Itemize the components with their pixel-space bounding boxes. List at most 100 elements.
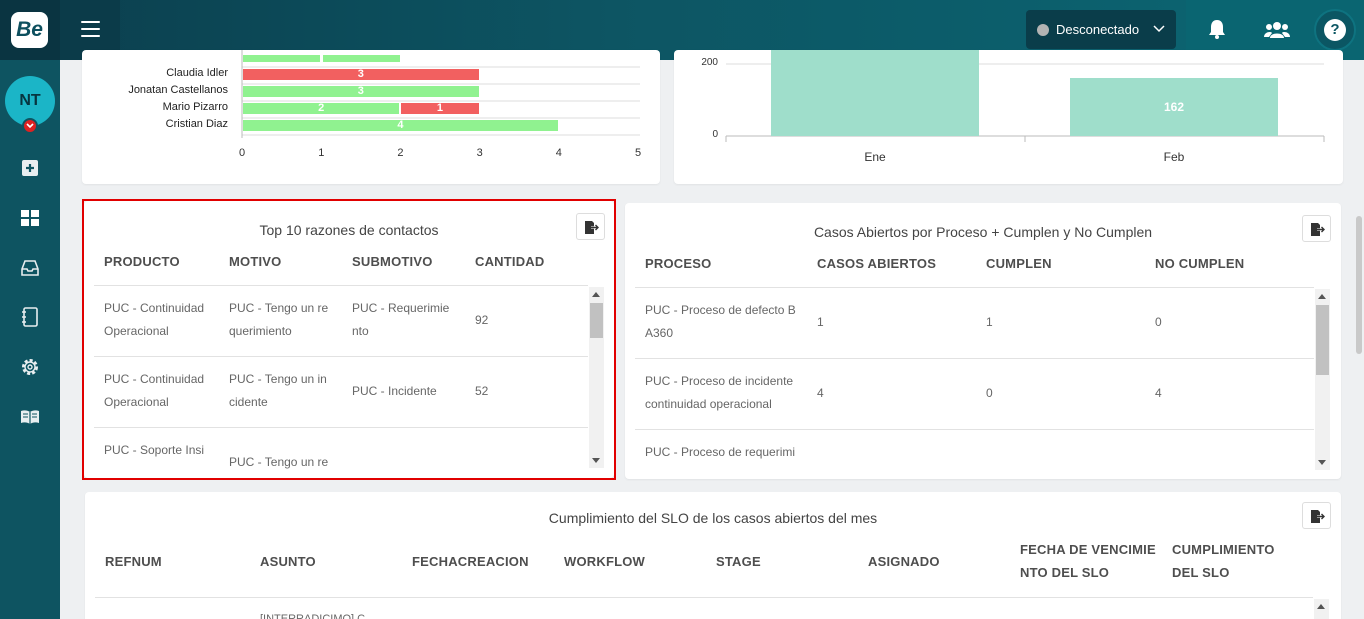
casos-col-abiertos[interactable]: CASOS ABIERTOS (817, 256, 936, 271)
slo-col-workflow[interactable]: WORKFLOW (564, 554, 645, 569)
agent-bar-label: 3 (357, 85, 364, 97)
month-bar-label: 162 (1163, 99, 1185, 114)
casos-col-no-cumplen[interactable]: NO CUMPLEN (1155, 256, 1244, 271)
cell-producto: PUC - Continuidad Operacional (104, 372, 205, 409)
plus-square-icon[interactable] (20, 158, 40, 178)
hamburger-menu-icon[interactable] (81, 21, 100, 38)
logo-area: Be (0, 0, 60, 60)
slo-col-fecha-vencimiento[interactable]: FECHA DE VENCIMIE NTO DEL SLO (1020, 538, 1160, 584)
agent-x-tick: 3 (476, 147, 483, 159)
inbox-icon[interactable] (20, 258, 40, 278)
status-label: Desconectado (1056, 22, 1140, 37)
scroll-up-icon[interactable] (1317, 604, 1325, 609)
month-y-tick: 200 (701, 57, 718, 68)
agent-bar[interactable]: 3 (243, 85, 479, 97)
agent-x-tick: 4 (555, 147, 562, 159)
agent-category-label: Jonatan Castellanos (128, 84, 228, 96)
agent-category-label: Mario Pizarro (162, 101, 228, 113)
agent-bar-label: 2 (318, 102, 325, 114)
scroll-thumb[interactable] (590, 303, 603, 338)
row-divider (94, 427, 588, 428)
agent-bar-hidden-2 (323, 55, 400, 62)
bell-icon[interactable] (1207, 18, 1227, 40)
slo-col-asunto[interactable]: ASUNTO (260, 554, 316, 569)
agent-bar[interactable]: 4 (243, 119, 558, 131)
status-dropdown[interactable]: Desconectado (1026, 10, 1176, 49)
row-divider (95, 597, 1313, 598)
slo-col-stage[interactable]: STAGE (716, 554, 761, 569)
top10-col-cantidad[interactable]: CANTIDAD (475, 254, 544, 269)
slo-title: Cumplimiento del SLO de los casos abiert… (548, 510, 878, 526)
cell-producto: PUC - Soporte Insi (104, 443, 205, 457)
help-button[interactable]: ? (1314, 9, 1356, 51)
top10-export-button[interactable] (576, 213, 605, 240)
slo-col-cumplimiento[interactable]: CUMPLIMIENTO DEL SLO (1172, 538, 1302, 584)
top10-col-motivo[interactable]: MOTIVO (229, 254, 281, 269)
users-icon[interactable] (1264, 21, 1290, 39)
cell-proceso: PUC - Proceso de requerimi (645, 445, 796, 459)
cell-asunto: [INTERRADICIMO] C... (260, 613, 375, 619)
month-category-label: Feb (1163, 150, 1185, 164)
scroll-up-icon[interactable] (1318, 294, 1326, 299)
top10-col-submotivo[interactable]: SUBMOTIVO (352, 254, 433, 269)
casos-export-button[interactable] (1302, 215, 1331, 242)
app-logo[interactable]: Be (11, 12, 48, 48)
row-divider (635, 287, 1314, 288)
slo-col-fechacreacion[interactable]: FECHACREACION (412, 554, 529, 569)
cell-submotivo: PUC - Requerimie nto (352, 301, 450, 338)
casos-card: Casos Abiertos por Proceso + Cumplen y N… (625, 203, 1341, 479)
slo-export-button[interactable] (1302, 502, 1331, 529)
sidebar: NT (0, 60, 60, 619)
top10-scrollbar[interactable] (589, 287, 604, 468)
agent-bar-hidden-1 (243, 55, 320, 62)
row-divider (635, 429, 1314, 430)
export-icon (1311, 223, 1325, 236)
casos-scrollbar[interactable] (1315, 289, 1330, 470)
cell-producto: PUC - Continuidad Operacional (104, 301, 205, 338)
cell-motivo: PUC - Tengo un re (229, 455, 329, 469)
month-bar[interactable]: 162 (1070, 77, 1278, 136)
scroll-up-icon[interactable] (592, 292, 600, 297)
cell-motivo: PUC - Tengo un in cidente (229, 372, 327, 409)
agent-bar[interactable]: 1 (401, 102, 479, 114)
slo-col-refnum[interactable]: REFNUM (105, 554, 162, 569)
cell-cantidad: 92 (475, 313, 489, 327)
status-dot-icon (1037, 24, 1049, 36)
scroll-thumb[interactable] (1316, 305, 1329, 375)
agent-x-tick: 0 (239, 147, 246, 159)
month-category-label: Ene (864, 150, 886, 164)
top10-card: Top 10 razones de contactos PRODUCTO MOT… (84, 201, 614, 478)
cell-proceso: PUC - Proceso de defecto B A360 (645, 303, 796, 340)
agent-x-tick: 2 (397, 147, 404, 159)
slo-col-asignado[interactable]: ASIGNADO (868, 554, 940, 569)
agent-bar[interactable]: 3 (243, 68, 479, 80)
agent-x-tick: 5 (635, 147, 642, 159)
cell-proceso: PUC - Proceso de incidente continuidad o… (645, 374, 794, 411)
agent-bar-label: 4 (397, 119, 404, 131)
casos-col-proceso[interactable]: PROCESO (645, 256, 711, 271)
gear-icon[interactable] (20, 357, 40, 377)
dashboard-grid-icon[interactable] (20, 208, 40, 228)
scroll-down-icon[interactable] (592, 458, 600, 463)
cell-no-cumplen: 4 (1155, 386, 1162, 400)
agent-chart-card: Claudia Idler Jonatan Castellanos Mario Pi… (82, 50, 660, 184)
slo-scrollbar[interactable] (1314, 599, 1329, 619)
notebook-icon[interactable] (20, 307, 40, 327)
scroll-down-icon[interactable] (1318, 460, 1326, 465)
row-divider (635, 358, 1314, 359)
agent-x-tick: 1 (318, 147, 325, 159)
cell-cumplen: 1 (986, 315, 993, 329)
book-icon[interactable] (20, 407, 40, 427)
casos-col-cumplen[interactable]: CUMPLEN (986, 256, 1052, 271)
avatar-dropdown-icon[interactable] (22, 118, 38, 134)
top10-col-producto[interactable]: PRODUCTO (104, 254, 180, 269)
agent-bar[interactable]: 2 (243, 102, 400, 114)
month-bar[interactable] (771, 50, 979, 136)
export-icon (585, 221, 599, 234)
cell-cumplen: 0 (986, 386, 993, 400)
page-scrollbar-thumb[interactable] (1356, 216, 1362, 354)
cell-no-cumplen: 0 (1155, 315, 1162, 329)
export-icon (1311, 510, 1325, 523)
top10-title: Top 10 razones de contactos (259, 222, 439, 238)
cell-casos-abiertos: 1 (817, 315, 824, 329)
